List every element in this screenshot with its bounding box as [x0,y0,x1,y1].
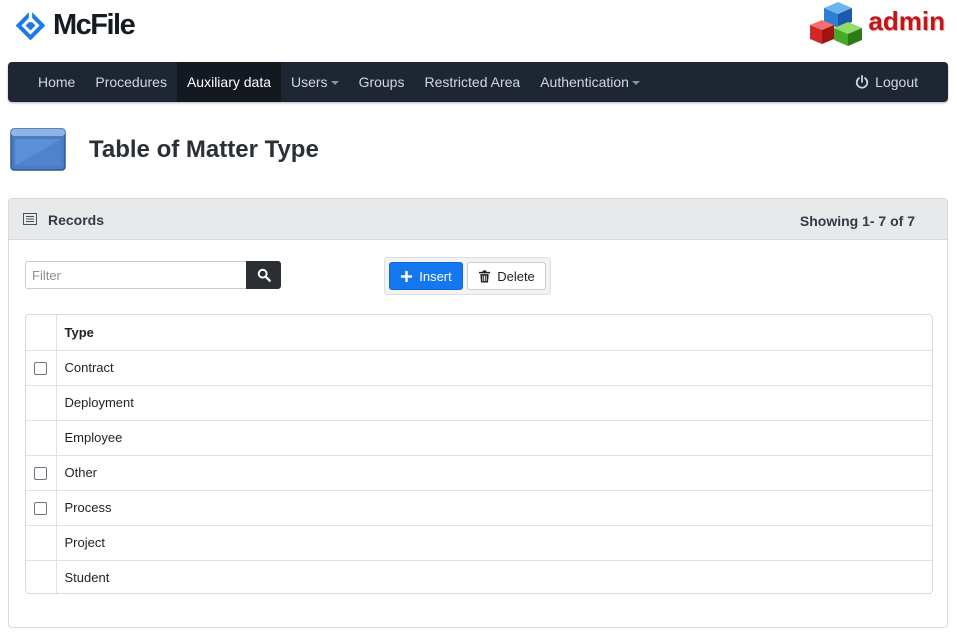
top-header: McFile admin [0,0,957,62]
nav-item-authentication[interactable]: Authentication [530,62,650,102]
panel-header: Records Showing 1- 7 of 7 [9,199,947,240]
nav-menu: Home Procedures Auxiliary data Users Gro… [8,62,650,102]
plus-icon [401,270,413,282]
row-check-cell [26,560,57,593]
nav-item-auxiliary-data[interactable]: Auxiliary data [176,62,281,102]
records-panel: Records Showing 1- 7 of 7 Insert [8,198,948,628]
nav-item-procedures[interactable]: Procedures [85,62,177,102]
insert-button[interactable]: Insert [389,262,463,290]
mcfile-logo-icon [15,10,46,40]
nav-item-label: Auxiliary data [186,74,271,90]
filter-group [25,261,281,289]
row-check-cell [26,350,57,386]
row-check-cell [26,490,57,526]
main-navbar: Home Procedures Auxiliary data Users Gro… [8,62,948,102]
table-row[interactable]: Project [26,525,932,561]
table-row[interactable]: Employee [26,420,932,456]
logout-link[interactable]: Logout [845,62,928,102]
row-type-cell: Process [56,490,932,526]
table-row[interactable]: Contract [26,350,932,386]
caret-down-icon [330,81,339,85]
search-icon [257,268,271,282]
list-icon [23,213,37,225]
records-table: Type Contract Deployment Employee Other Proc… [25,314,933,594]
cubes-icon [810,2,863,46]
nav-item-home[interactable]: Home [28,62,85,102]
nav-item-users[interactable]: Users [281,62,349,102]
delete-button[interactable]: Delete [467,262,546,290]
row-check-cell [26,385,57,421]
panel-title: Records [48,212,105,228]
power-icon [856,75,869,89]
nav-item-groups[interactable]: Groups [349,62,415,102]
table-row[interactable]: Process [26,490,932,526]
delete-label: Delete [497,268,535,284]
header-check-cell [26,315,57,351]
records-count: Showing 1- 7 of 7 [799,213,915,229]
page-title: Table of Matter Type [89,136,319,163]
window-icon [10,128,66,171]
trash-icon [479,269,491,283]
filter-input[interactable] [25,261,246,289]
row-type-cell: Project [56,525,932,561]
row-checkbox[interactable] [34,362,48,376]
row-checkbox[interactable] [34,467,48,481]
nav-item-label: Restricted Area [424,74,521,90]
logout-label: Logout [875,74,918,90]
row-type-cell: Deployment [56,385,932,421]
insert-label: Insert [419,268,452,284]
admin-label: admin [868,5,945,36]
row-checkbox[interactable] [34,502,48,516]
nav-item-restricted-area[interactable]: Restricted Area [414,62,530,102]
admin-badge: admin [808,0,945,48]
nav-item-label: Authentication [540,74,629,90]
nav-item-label: Groups [358,74,405,90]
logo-text: McFile [53,8,136,41]
row-check-cell [26,525,57,561]
action-toolbar: Insert Delete [384,257,551,295]
search-button[interactable] [246,261,281,289]
column-header-type[interactable]: Type [56,315,932,351]
row-type-cell: Contract [56,350,932,386]
row-type-cell: Other [56,455,932,491]
table-row[interactable]: Student [26,560,932,593]
row-check-cell [26,455,57,491]
table-header-row: Type [26,315,932,351]
nav-item-label: Users [291,74,328,90]
nav-right: Logout [845,62,948,102]
nav-item-label: Home [38,74,76,90]
table-row[interactable]: Deployment [26,385,932,421]
row-type-cell: Employee [56,420,932,456]
row-type-cell: Student [64,570,110,586]
table-row[interactable]: Other [26,455,932,491]
caret-down-icon [631,81,640,85]
nav-item-label: Procedures [95,74,167,90]
mcfile-logo[interactable]: McFile [14,8,136,42]
row-check-cell [26,420,57,456]
